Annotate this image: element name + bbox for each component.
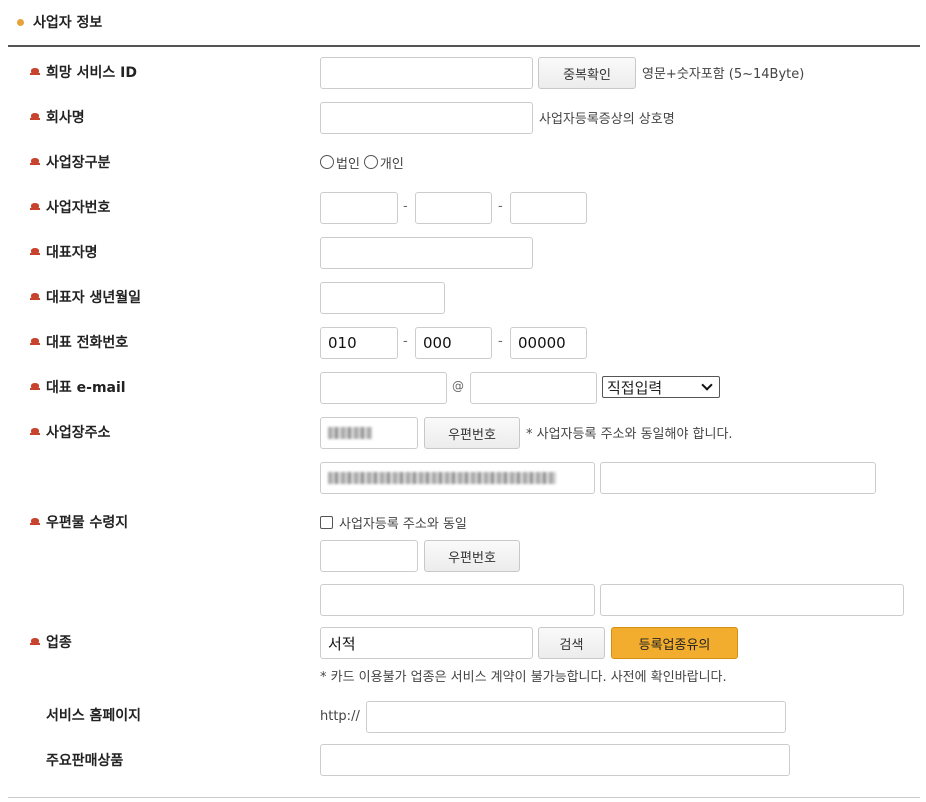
required-icon	[30, 203, 40, 211]
radio-corporate-label: 법인	[336, 156, 360, 172]
divider	[8, 797, 920, 798]
required-icon	[30, 383, 40, 391]
label-ceo-name: 대표자명	[30, 242, 98, 262]
products-input[interactable]	[320, 744, 790, 776]
email-domain-select[interactable]: 직접입력	[602, 376, 720, 398]
section-title: 사업자 정보	[17, 12, 102, 32]
label-company-name: 회사명	[30, 107, 85, 127]
company-name-input[interactable]	[320, 102, 533, 134]
email-local-input[interactable]	[320, 372, 447, 404]
at-sign: @	[452, 379, 464, 393]
business-number-part1[interactable]	[320, 192, 398, 224]
address-hint: * 사업자등록 주소와 동일해야 합니다.	[526, 426, 733, 442]
dash: -	[498, 334, 503, 349]
phone-part1[interactable]: 010	[320, 327, 398, 359]
mail-postal-code-button[interactable]: 우편번호	[424, 540, 520, 572]
required-icon	[30, 518, 40, 526]
label-address: 사업장주소	[30, 422, 110, 442]
radio-individual[interactable]	[363, 155, 378, 169]
business-number-part3[interactable]	[510, 192, 587, 224]
service-id-input[interactable]	[320, 57, 533, 89]
industry-input[interactable]: 서적	[320, 627, 533, 659]
homepage-input[interactable]	[366, 701, 786, 733]
required-icon	[30, 158, 40, 166]
dash: -	[498, 199, 503, 214]
mail-address-detail-input[interactable]	[600, 584, 904, 616]
label-phone: 대표 전화번호	[30, 332, 128, 352]
industry-notice: * 카드 이용불가 업종은 서비스 계약이 불가능합니다. 사전에 확인바랍니다…	[320, 669, 727, 685]
blurred-text	[328, 472, 556, 484]
label-homepage: 서비스 홈페이지	[46, 708, 142, 724]
phone-part2[interactable]: 000	[415, 327, 492, 359]
bullet-icon	[17, 18, 24, 26]
radio-individual-label: 개인	[379, 156, 404, 172]
phone-part3[interactable]: 00000	[510, 327, 587, 359]
mail-address-main-input[interactable]	[320, 584, 595, 616]
business-type-radios: 법인 개인	[320, 152, 404, 172]
required-icon	[30, 113, 40, 121]
duplicate-check-button[interactable]: 중복확인	[538, 57, 636, 89]
blurred-text	[328, 427, 372, 439]
dash: -	[403, 199, 408, 214]
same-address-label: 사업자등록 주소와 동일	[339, 516, 467, 532]
company-name-hint: 사업자등록증상의 상호명	[539, 111, 675, 127]
required-icon	[30, 68, 40, 76]
section-title-text: 사업자 정보	[33, 15, 103, 31]
same-address-option: 사업자등록 주소와 동일	[320, 512, 467, 532]
required-icon	[30, 338, 40, 346]
divider	[8, 45, 920, 47]
email-domain-input[interactable]	[470, 372, 597, 404]
required-icon	[30, 638, 40, 646]
label-business-number: 사업자번호	[30, 197, 110, 217]
chevron-down-icon	[701, 379, 713, 391]
label-mail-address: 우편물 수령지	[30, 512, 128, 532]
required-icon	[30, 293, 40, 301]
label-service-id: 희망 서비스 ID	[30, 62, 137, 82]
ceo-birth-input[interactable]	[320, 282, 445, 314]
postal-code-button[interactable]: 우편번호	[424, 417, 520, 449]
required-icon	[30, 428, 40, 436]
service-id-hint: 영문+숫자포함 (5~14Byte)	[642, 66, 805, 82]
dash: -	[403, 334, 408, 349]
required-icon	[30, 248, 40, 256]
business-number-part2[interactable]	[415, 192, 492, 224]
address-detail-input[interactable]	[600, 462, 876, 494]
mail-postal-code-input[interactable]	[320, 540, 418, 572]
label-products: 주요판매상품	[46, 753, 124, 769]
label-business-type: 사업장구분	[30, 152, 110, 172]
ceo-name-input[interactable]	[320, 237, 533, 269]
postal-code-input[interactable]	[320, 417, 418, 449]
label-industry: 업종	[30, 632, 72, 652]
industry-search-button[interactable]: 검색	[538, 627, 605, 659]
same-address-checkbox[interactable]	[320, 515, 333, 529]
label-email: 대표 e-mail	[30, 377, 126, 397]
http-prefix: http://	[320, 708, 360, 724]
address-main-input[interactable]	[320, 462, 595, 494]
industry-caution-button[interactable]: 등록업종유의	[611, 627, 738, 659]
label-ceo-birth: 대표자 생년월일	[30, 287, 141, 307]
radio-corporate[interactable]	[320, 155, 334, 169]
